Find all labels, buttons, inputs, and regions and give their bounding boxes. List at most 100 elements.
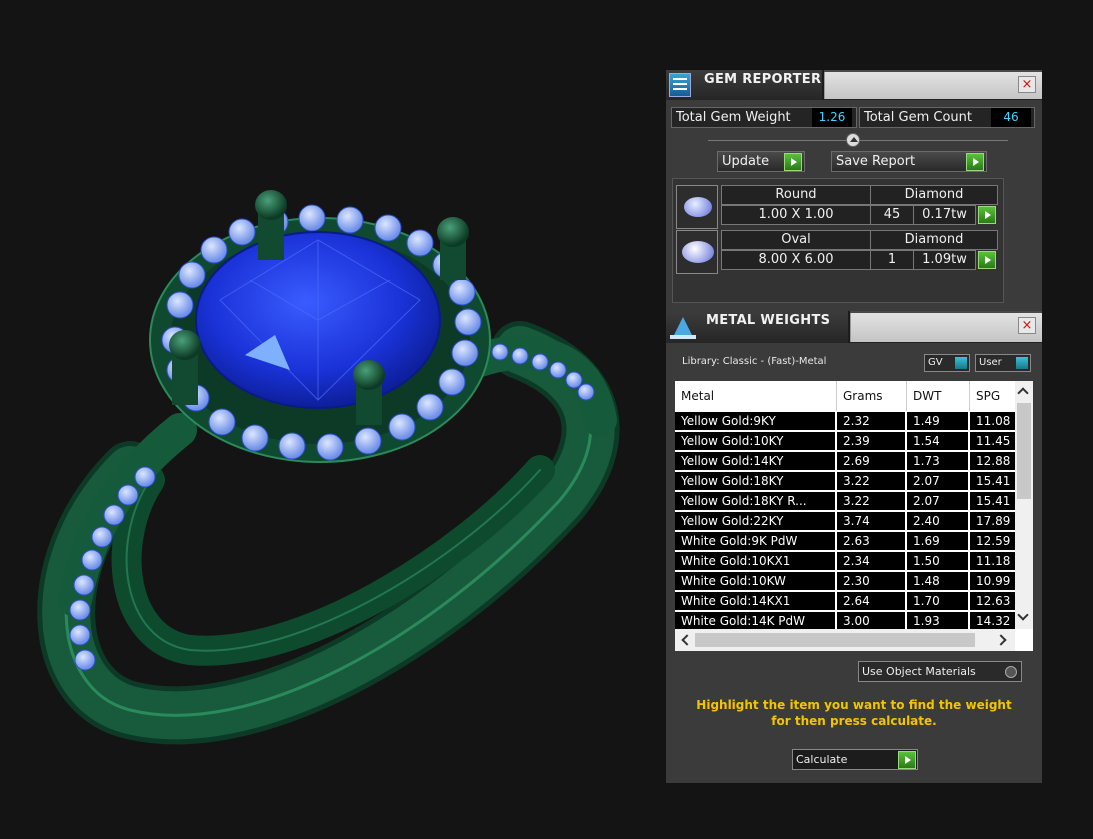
- collapse-toggle-icon[interactable]: [846, 133, 860, 147]
- scroll-thumb[interactable]: [1017, 403, 1031, 499]
- calculate-go-icon[interactable]: [898, 751, 916, 769]
- table-cell: 2.32: [837, 412, 905, 430]
- table-cell: Yellow Gold:14KY: [675, 452, 835, 470]
- table-cell: 3.74: [837, 512, 905, 530]
- table-cell: 14.32: [970, 612, 1015, 630]
- table-cell: 12.59: [970, 532, 1015, 550]
- metal-weights-tab: METAL WEIGHTS: [666, 311, 850, 343]
- table-row[interactable]: Yellow Gold:14KY 2.69 1.73 12.88: [675, 451, 1015, 471]
- table-cell: 12.63: [970, 592, 1015, 610]
- ring-model: [37, 190, 620, 745]
- gem-reporter-title: GEM REPORTER: [704, 72, 822, 87]
- table-cell: 3.22: [837, 472, 905, 490]
- scroll-left-icon[interactable]: [681, 634, 693, 646]
- table-cell: 1.93: [907, 612, 968, 630]
- oval-gem-icon: [676, 230, 718, 274]
- update-go-icon[interactable]: [784, 153, 802, 171]
- table-row[interactable]: White Gold:10KW 2.30 1.48 10.99: [675, 571, 1015, 591]
- scroll-right-icon[interactable]: [995, 634, 1007, 646]
- table-row[interactable]: White Gold:10KX1 2.34 1.50 11.18: [675, 551, 1015, 571]
- gem-material: Diamond: [870, 230, 998, 250]
- table-cell: 12.88: [970, 452, 1015, 470]
- gem-reporter-title-bar[interactable]: GEM REPORTER ×: [666, 70, 1042, 100]
- column-header[interactable]: Grams: [837, 381, 907, 411]
- table-cell: 11.08: [970, 412, 1015, 430]
- library-label: Library: Classic - (Fast)-Metal: [682, 356, 827, 367]
- table-row[interactable]: Yellow Gold:10KY 2.39 1.54 11.45: [675, 431, 1015, 451]
- gem-row-go-icon[interactable]: [978, 251, 996, 269]
- metal-weights-title: METAL WEIGHTS: [706, 313, 831, 328]
- table-row[interactable]: White Gold:9K PdW 2.63 1.69 12.59: [675, 531, 1015, 551]
- table-cell: White Gold:10KW: [675, 572, 835, 590]
- save-report-button[interactable]: Save Report: [831, 151, 987, 172]
- table-cell: 1.70: [907, 592, 968, 610]
- table-cell: 11.18: [970, 552, 1015, 570]
- round-gem-icon: [676, 185, 718, 229]
- gem-size: 8.00 X 6.00: [721, 250, 871, 270]
- table-cell: 15.41: [970, 472, 1015, 490]
- metal-table[interactable]: Metal Grams DWT SPG Yellow Gold:9KY 2.32 1…: [675, 381, 1033, 651]
- table-row[interactable]: Yellow Gold:18KY 3.22 2.07 15.41: [675, 471, 1015, 491]
- calculate-label: Calculate: [796, 753, 848, 766]
- table-cell: White Gold:14KX1: [675, 592, 835, 610]
- table-cell: White Gold:10KX1: [675, 552, 835, 570]
- table-cell: 1.73: [907, 452, 968, 470]
- vertical-scrollbar[interactable]: [1015, 381, 1033, 629]
- gv-toggle[interactable]: GV: [924, 354, 970, 372]
- total-gem-count-value: 46: [991, 108, 1031, 127]
- gem-row-oval[interactable]: Oval Diamond 8.00 X 6.00 1 1.09tw: [676, 230, 1002, 274]
- table-cell: Yellow Gold:22KY: [675, 512, 835, 530]
- gem-row-round[interactable]: Round Diamond 1.00 X 1.00 45 0.17tw: [676, 185, 1002, 229]
- table-cell: Yellow Gold:10KY: [675, 432, 835, 450]
- metal-weights-icon: [668, 315, 698, 341]
- scroll-down-icon[interactable]: [1017, 609, 1029, 621]
- table-cell: 2.30: [837, 572, 905, 590]
- table-row[interactable]: White Gold:14K PdW 3.00 1.93 14.32: [675, 611, 1015, 631]
- table-cell: 2.64: [837, 592, 905, 610]
- gem-shape: Round: [721, 185, 871, 205]
- column-header[interactable]: Metal: [675, 381, 837, 411]
- table-cell: 1.49: [907, 412, 968, 430]
- column-header[interactable]: DWT: [907, 381, 970, 411]
- metal-weights-title-bar[interactable]: METAL WEIGHTS ×: [666, 311, 1042, 343]
- metal-weights-panel: METAL WEIGHTS × Library: Classic - (Fast…: [666, 311, 1042, 783]
- 3d-viewport[interactable]: [0, 0, 660, 839]
- gem-count: 45: [870, 205, 914, 225]
- table-cell: 1.69: [907, 532, 968, 550]
- table-cell: Yellow Gold:18KY: [675, 472, 835, 490]
- table-cell: White Gold:9K PdW: [675, 532, 835, 550]
- table-cell: 11.45: [970, 432, 1015, 450]
- table-row[interactable]: White Gold:14KX1 2.64 1.70 12.63: [675, 591, 1015, 611]
- save-report-go-icon[interactable]: [966, 153, 984, 171]
- gem-count: 1: [870, 250, 914, 270]
- gem-weight: 0.17tw: [913, 205, 976, 225]
- gem-row-go-icon[interactable]: [978, 206, 996, 224]
- gem-material: Diamond: [870, 185, 998, 205]
- table-cell: Yellow Gold:18KY R...: [675, 492, 835, 510]
- table-row[interactable]: Yellow Gold:9KY 2.32 1.49 11.08: [675, 411, 1015, 431]
- column-header[interactable]: SPG: [970, 381, 1020, 411]
- user-toggle[interactable]: User: [975, 354, 1031, 372]
- scroll-thumb[interactable]: [695, 633, 975, 647]
- table-cell: 2.34: [837, 552, 905, 570]
- gem-reporter-icon: [669, 73, 691, 97]
- table-cell: 2.39: [837, 432, 905, 450]
- table-row[interactable]: Yellow Gold:18KY R... 3.22 2.07 15.41: [675, 491, 1015, 511]
- gem-reporter-close-button[interactable]: ×: [1018, 76, 1036, 93]
- gem-reporter-tab: GEM REPORTER: [666, 70, 824, 100]
- table-cell: White Gold:14K PdW: [675, 612, 835, 630]
- calculate-hint: Highlight the item you want to find the …: [696, 698, 1012, 728]
- table-cell: 15.41: [970, 492, 1015, 510]
- gem-shape: Oval: [721, 230, 871, 250]
- use-object-materials-label: Use Object Materials: [862, 665, 976, 678]
- table-cell: Yellow Gold:9KY: [675, 412, 835, 430]
- horizontal-scrollbar[interactable]: [675, 629, 1015, 651]
- use-object-materials-toggle[interactable]: Use Object Materials: [858, 661, 1022, 682]
- table-row[interactable]: Yellow Gold:22KY 3.74 2.40 17.89: [675, 511, 1015, 531]
- total-gem-weight-value: 1.26: [812, 108, 852, 127]
- table-cell: 2.63: [837, 532, 905, 550]
- table-cell: 1.50: [907, 552, 968, 570]
- scroll-up-icon[interactable]: [1017, 387, 1029, 399]
- metal-weights-close-button[interactable]: ×: [1018, 317, 1036, 334]
- radio-icon: [1005, 666, 1017, 678]
